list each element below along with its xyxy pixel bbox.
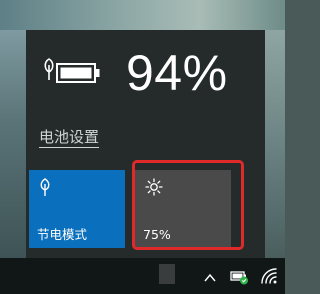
desktop-background-left [0, 30, 26, 258]
taskbar [0, 258, 285, 294]
battery-settings-link[interactable]: 电池设置 [39, 127, 100, 148]
battery-saver-label: 节电模式 [37, 227, 88, 242]
battery-saver-tile[interactable]: 节电模式 [29, 170, 125, 248]
wifi-icon[interactable] [259, 265, 279, 287]
taskbar-button[interactable] [159, 264, 175, 284]
desktop-background-right [265, 30, 285, 258]
battery-charging-icon[interactable] [230, 266, 250, 288]
desktop-background [0, 0, 285, 30]
leaf-icon [40, 178, 50, 196]
chevron-up-icon[interactable] [203, 267, 217, 289]
annotation-highlight-box [132, 160, 244, 250]
battery-icon [44, 58, 100, 83]
battery-percentage: 94% [126, 45, 228, 101]
